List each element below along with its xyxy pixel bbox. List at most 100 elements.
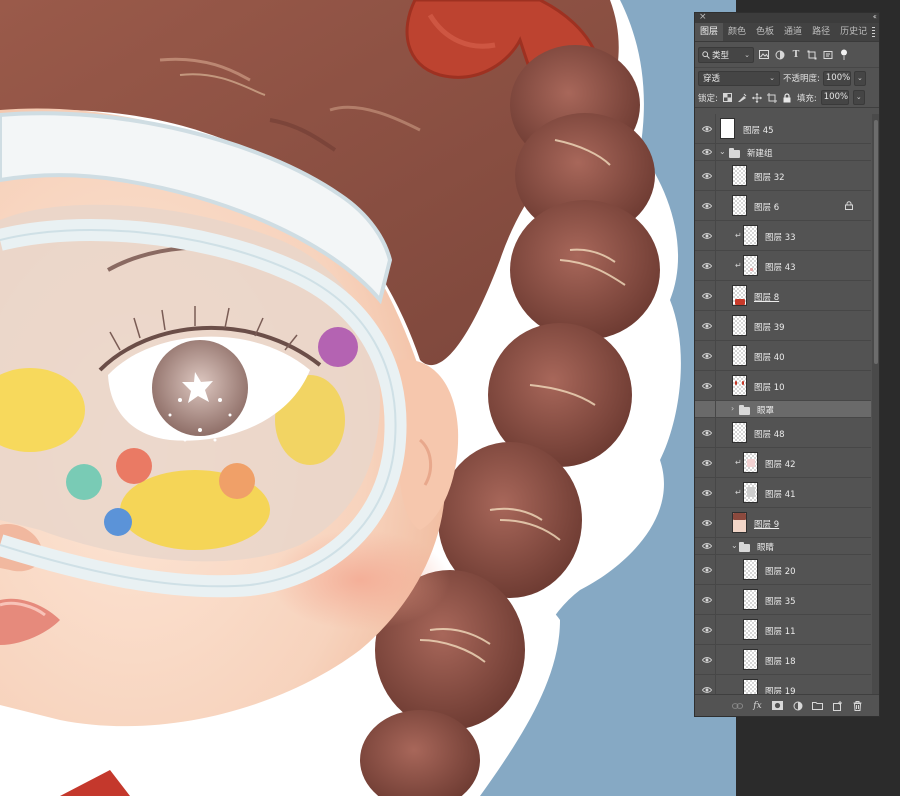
chevron-down-icon: ⌄ [744, 50, 750, 59]
folder-icon [739, 405, 750, 415]
tab-color[interactable]: 颜色 [723, 23, 751, 41]
lock-fill-bar: 锁定: 填充: 100% ⌄ [695, 88, 879, 108]
opacity-input[interactable]: 100% [822, 70, 851, 86]
tab-paths[interactable]: 路径 [807, 23, 835, 41]
visibility-eye-icon[interactable] [702, 351, 712, 361]
layer-group-row[interactable]: ⌄ 眼睛 [695, 538, 871, 555]
visibility-eye-icon[interactable] [702, 171, 712, 181]
visibility-eye-icon[interactable] [702, 518, 712, 528]
layer-row[interactable]: 图层 32 [695, 161, 871, 191]
layer-row[interactable]: 图层 6 [695, 191, 871, 221]
layer-group-row[interactable]: ⌄ 新建组 [695, 144, 871, 161]
layer-row[interactable]: 图层 40 [695, 341, 871, 371]
group-name: 新建组 [747, 149, 773, 159]
shape-filter-icon[interactable] [806, 49, 818, 61]
chevron-right-icon[interactable]: › [731, 404, 734, 413]
lock-transparent-icon[interactable] [722, 92, 733, 103]
visibility-eye-icon[interactable] [702, 321, 712, 331]
fill-input[interactable]: 100% [820, 90, 849, 105]
layer-thumbnail [732, 285, 747, 306]
visibility-eye-icon[interactable] [702, 261, 712, 271]
layer-row[interactable]: 图层 8 [695, 281, 871, 311]
visibility-eye-icon[interactable] [702, 291, 712, 301]
layer-thumbnail [743, 619, 758, 640]
opacity-dropdown-icon[interactable]: ⌄ [853, 70, 866, 86]
layer-row[interactable]: ↵ 图层 33 [695, 221, 871, 251]
layer-name: 图层 41 [765, 490, 796, 500]
visibility-eye-icon[interactable] [702, 428, 712, 438]
tab-channels[interactable]: 通道 [779, 23, 807, 41]
collapse-panel-icon[interactable]: ‹‹ [873, 13, 878, 21]
add-mask-icon[interactable] [772, 700, 783, 711]
delete-layer-icon[interactable] [852, 700, 863, 711]
adjustment-layer-icon[interactable] [792, 700, 803, 711]
new-group-icon[interactable] [812, 700, 823, 711]
visibility-eye-icon[interactable] [702, 458, 712, 468]
smart-object-filter-icon[interactable] [822, 49, 834, 61]
close-panel-icon[interactable]: × [699, 13, 707, 22]
adjustment-filter-icon[interactable] [774, 49, 786, 61]
layers-list: 图层 45 ⌄ 新建组 图层 32 图层 6 ↵ 图层 33 ↵ 图层 43 图… [695, 114, 871, 695]
filter-kind-label: 类型 [712, 50, 730, 61]
blend-mode-select[interactable]: 穿透 ⌄ [698, 70, 780, 86]
lock-image-icon[interactable] [737, 92, 748, 103]
filter-toggle-icon[interactable] [838, 49, 850, 61]
lock-artboard-icon[interactable] [767, 92, 778, 103]
panel-title-bar[interactable]: × ‹‹ [695, 13, 879, 23]
visibility-eye-icon[interactable] [702, 541, 712, 551]
folder-icon [739, 542, 750, 552]
visibility-eye-icon[interactable] [702, 595, 712, 605]
layers-scrollbar[interactable] [872, 114, 879, 695]
chevron-down-icon[interactable]: ⌄ [731, 541, 738, 550]
layer-row[interactable]: ↵ 图层 41 [695, 478, 871, 508]
visibility-eye-icon[interactable] [702, 381, 712, 391]
layer-row[interactable]: 图层 45 [695, 114, 871, 144]
layer-name: 图层 11 [765, 627, 796, 637]
group-name: 眼睛 [757, 543, 775, 553]
visibility-eye-icon[interactable] [702, 147, 712, 157]
new-layer-icon[interactable] [832, 700, 843, 711]
tab-layers[interactable]: 图层 [695, 23, 724, 41]
visibility-eye-icon[interactable] [702, 231, 712, 241]
fill-label: 填充: [796, 93, 817, 104]
layer-row[interactable]: 图层 48 [695, 418, 871, 448]
visibility-eye-icon[interactable] [702, 655, 712, 665]
tab-history[interactable]: 历史记 [835, 23, 872, 41]
layer-row[interactable]: 图层 10 [695, 371, 871, 401]
clipping-mask-icon: ↵ [735, 261, 742, 270]
blend-mode-value: 穿透 [703, 74, 721, 84]
lock-position-icon[interactable] [752, 92, 763, 103]
visibility-eye-icon[interactable] [702, 124, 712, 134]
panel-menu-icon[interactable] [872, 23, 879, 41]
lock-all-icon[interactable] [782, 92, 793, 103]
visibility-eye-icon[interactable] [702, 565, 712, 575]
layer-name: 图层 10 [754, 383, 785, 393]
visibility-eye-icon[interactable] [702, 625, 712, 635]
chevron-down-icon[interactable]: ⌄ [719, 147, 726, 156]
visibility-eye-icon[interactable] [702, 685, 712, 695]
layer-row[interactable]: 图层 19 [695, 675, 871, 695]
layer-row[interactable]: ↵ 图层 43 [695, 251, 871, 281]
layer-row[interactable]: 图层 20 [695, 555, 871, 585]
link-layers-icon[interactable] [732, 700, 743, 711]
scrollbar-thumb[interactable] [874, 120, 878, 364]
fx-icon[interactable]: fx [752, 700, 763, 711]
layer-row[interactable]: 图层 11 [695, 615, 871, 645]
blend-opacity-bar: 穿透 ⌄ 不透明度: 100% ⌄ [695, 68, 879, 88]
layer-name: 图层 20 [765, 567, 796, 577]
layer-row[interactable]: ↵ 图层 42 [695, 448, 871, 478]
visibility-eye-icon[interactable] [702, 488, 712, 498]
layer-thumbnail [732, 422, 747, 443]
tab-swatches[interactable]: 色板 [751, 23, 779, 41]
layer-row[interactable]: 图层 9 [695, 508, 871, 538]
filter-kind-select[interactable]: 类型 ⌄ [698, 46, 754, 63]
layer-name: 图层 45 [743, 126, 774, 136]
layer-row[interactable]: 图层 39 [695, 311, 871, 341]
fill-dropdown-icon[interactable]: ⌄ [852, 90, 865, 105]
layer-row[interactable]: 图层 35 [695, 585, 871, 615]
type-filter-icon[interactable]: T [790, 49, 802, 61]
image-filter-icon[interactable] [758, 49, 770, 61]
layer-group-row[interactable]: › 眼罩 [695, 401, 871, 418]
visibility-eye-icon[interactable] [702, 201, 712, 211]
layer-row[interactable]: 图层 18 [695, 645, 871, 675]
